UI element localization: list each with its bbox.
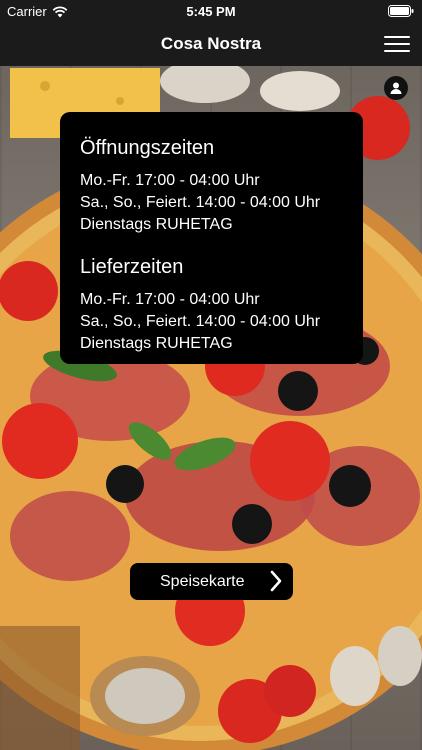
delivery-hours-line: Dienstags RUHETAG bbox=[80, 335, 233, 352]
opening-hours-section: Öffnungszeiten Mo.-Fr. 17:00 - 04:00 Uhr… bbox=[80, 136, 363, 236]
delivery-hours-line: Mo.-Fr. 17:00 - 04:00 Uhr bbox=[80, 291, 260, 308]
opening-hours-title: Öffnungszeiten bbox=[80, 137, 215, 159]
user-profile-icon[interactable] bbox=[384, 76, 408, 100]
opening-hours-line: Dienstags RUHETAG bbox=[80, 216, 233, 233]
status-bar: Carrier 5:45 PM bbox=[0, 0, 422, 22]
battery-icon bbox=[388, 5, 414, 17]
menu-card-button[interactable]: Speisekarte bbox=[130, 563, 293, 600]
hours-card: Öffnungszeiten Mo.-Fr. 17:00 - 04:00 Uhr… bbox=[60, 112, 363, 364]
app-title: Cosa Nostra bbox=[160, 34, 262, 53]
status-time: 5:45 PM bbox=[186, 4, 236, 19]
person-glyph-icon bbox=[390, 82, 402, 94]
navigation-bar: Cosa Nostra bbox=[0, 22, 422, 66]
opening-hours-line: Sa., So., Feiert. 14:00 - 04:00 Uhr bbox=[80, 194, 321, 211]
delivery-hours-title: Lieferzeiten bbox=[80, 256, 184, 278]
delivery-hours-section: Lieferzeiten Mo.-Fr. 17:00 - 04:00 Uhr S… bbox=[80, 255, 363, 355]
hamburger-menu-icon[interactable] bbox=[384, 32, 410, 54]
opening-hours-line: Mo.-Fr. 17:00 - 04:00 Uhr bbox=[80, 172, 260, 189]
menu-card-button-label: Speisekarte bbox=[160, 573, 245, 590]
chevron-right-icon bbox=[270, 570, 282, 592]
delivery-hours-line: Sa., So., Feiert. 14:00 - 04:00 Uhr bbox=[80, 313, 321, 330]
